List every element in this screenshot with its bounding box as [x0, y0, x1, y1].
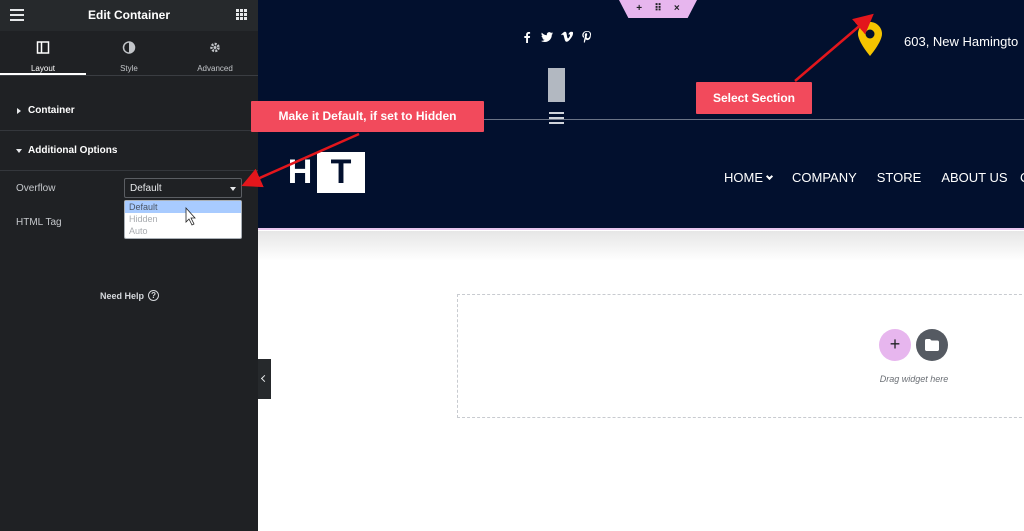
twitter-icon[interactable] — [541, 31, 553, 43]
logo-letter-t: T — [317, 152, 365, 193]
overflow-option-hidden[interactable]: Hidden — [125, 213, 241, 225]
caret-right-icon — [17, 108, 21, 114]
overflow-select-value: Default — [130, 183, 162, 194]
section-handle[interactable]: + ⠿ × — [619, 0, 697, 18]
tab-layout-label: Layout — [30, 64, 56, 73]
overflow-option-default[interactable]: Default — [125, 201, 241, 213]
select-section-callout: Select Section — [696, 82, 812, 114]
need-help-link[interactable]: Need Help ? — [100, 290, 160, 301]
header-shadow — [258, 231, 1024, 261]
editor-panel: Edit Container Layout Style Advanced Con… — [0, 0, 258, 531]
overflow-option-auto[interactable]: Auto — [125, 225, 241, 237]
widgets-grid-icon[interactable] — [236, 9, 247, 20]
need-help-label: Need Help — [100, 290, 145, 301]
social-icons — [521, 31, 593, 43]
section-additional-options[interactable]: Additional Options — [0, 131, 258, 171]
placeholder-block — [548, 68, 565, 102]
add-element-button[interactable]: + — [879, 329, 911, 361]
vimeo-icon[interactable] — [561, 31, 573, 43]
header-address: 603, New Hamingto — [904, 34, 1019, 49]
add-section-icon[interactable]: + — [636, 0, 642, 18]
overflow-dropdown: Default Hidden Auto — [124, 200, 242, 239]
overflow-label: Overflow — [16, 183, 56, 194]
main-navigation: HOME COMPANY STORE ABOUT US — [724, 170, 1008, 185]
panel-header: Edit Container — [0, 0, 258, 31]
html-tag-label: HTML Tag — [16, 217, 62, 228]
panel-title: Edit Container — [87, 8, 170, 22]
site-logo[interactable]: H T — [283, 152, 365, 193]
help-question-icon: ? — [148, 290, 160, 301]
pinterest-icon[interactable] — [581, 31, 593, 43]
chevron-down-icon — [765, 172, 774, 181]
drag-handle-icon[interactable]: ⠿ — [654, 0, 662, 18]
nav-home-label: HOME — [724, 170, 763, 185]
close-icon[interactable]: × — [674, 0, 680, 18]
default-hint-callout: Make it Default, if set to Hidden — [251, 101, 484, 132]
template-library-button[interactable] — [916, 329, 948, 361]
section-additional-options-label: Additional Options — [28, 145, 118, 156]
collapse-panel-button[interactable] — [258, 359, 271, 399]
tab-style-label: Style — [120, 64, 138, 73]
location-pin-icon — [858, 22, 882, 56]
drag-widget-hint: Drag widget here — [879, 374, 949, 384]
overflow-select[interactable]: Default — [124, 178, 242, 198]
section-container[interactable]: Container — [0, 91, 258, 131]
panel-tabs: Layout Style Advanced — [0, 31, 258, 76]
tab-advanced-label: Advanced — [197, 64, 233, 73]
style-icon — [122, 41, 136, 54]
nav-item-clipped[interactable]: C — [1020, 170, 1024, 185]
chevron-left-icon — [260, 374, 269, 383]
tab-style[interactable]: Style — [86, 31, 172, 75]
caret-down-icon — [16, 149, 22, 153]
nav-item-home[interactable]: HOME — [724, 170, 774, 185]
tab-layout[interactable]: Layout — [0, 31, 86, 75]
nav-item-store[interactable]: STORE — [877, 170, 922, 185]
chevron-down-icon — [230, 187, 236, 191]
nav-item-about-us[interactable]: ABOUT US — [941, 170, 1007, 185]
tab-advanced[interactable]: Advanced — [172, 31, 258, 75]
folder-icon — [925, 339, 939, 351]
nav-item-company[interactable]: COMPANY — [792, 170, 857, 185]
logo-letter-h: H — [283, 152, 317, 193]
section-container-label: Container — [28, 105, 75, 116]
facebook-icon[interactable] — [521, 31, 533, 43]
gear-icon — [210, 42, 220, 53]
layout-icon — [36, 41, 50, 54]
